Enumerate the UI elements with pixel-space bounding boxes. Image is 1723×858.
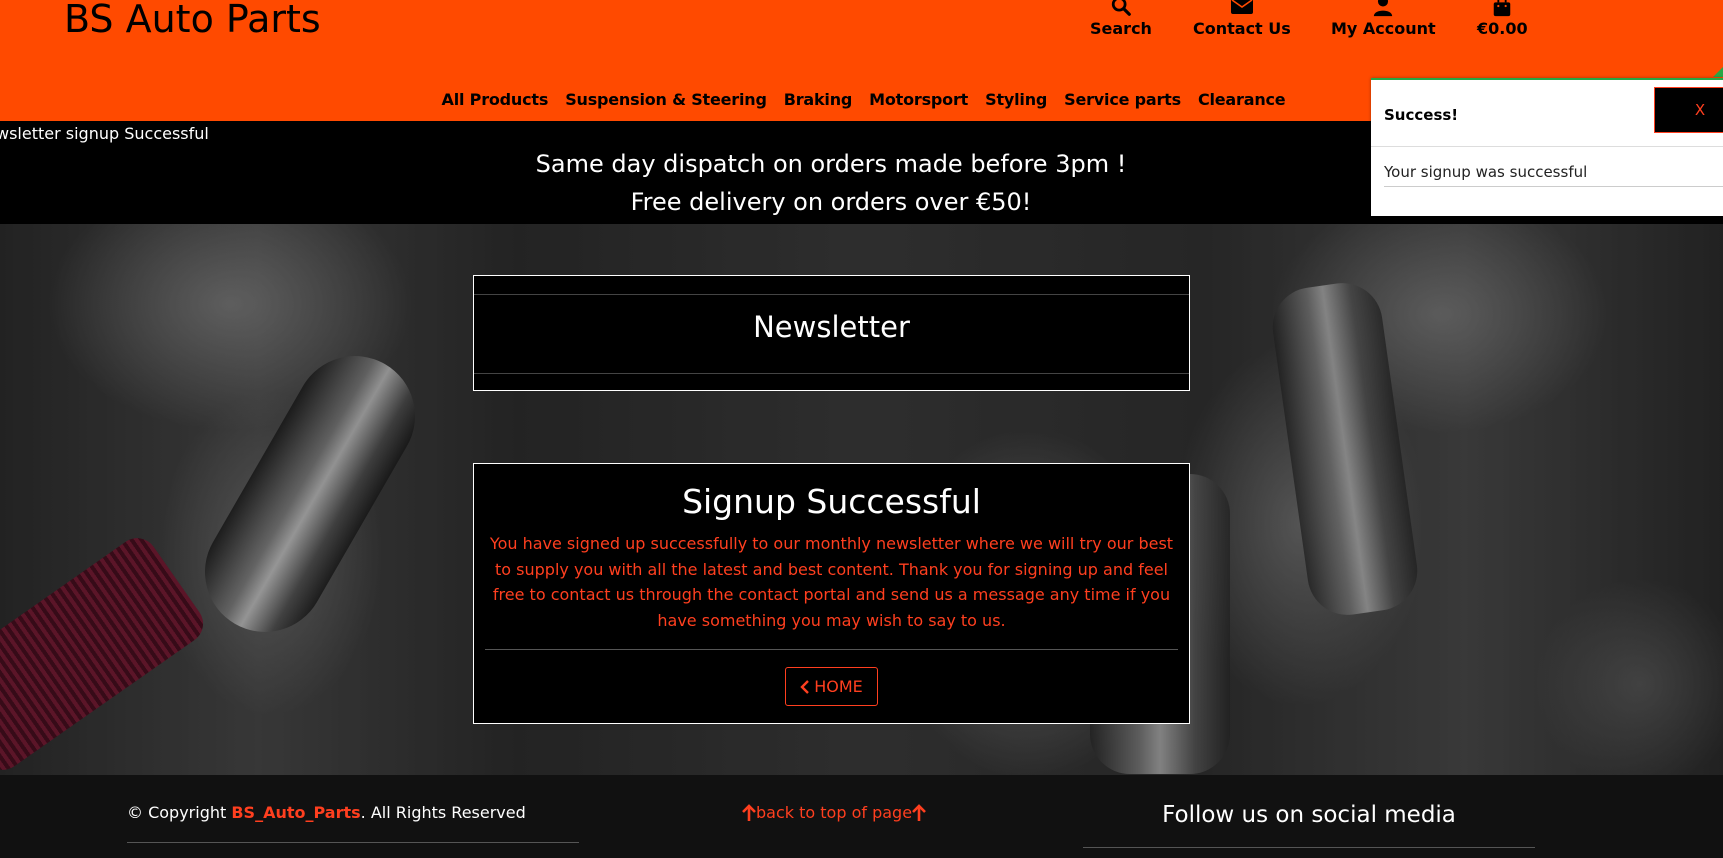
site-logo[interactable]: BS Auto Parts — [64, 0, 321, 41]
nav-motorsport[interactable]: Motorsport — [869, 88, 968, 114]
arrow-up-icon — [742, 804, 756, 821]
copyright-suffix: . All Rights Reserved — [360, 803, 526, 822]
social-media-heading: Follow us on social media — [1162, 802, 1456, 828]
search-icon — [1111, 0, 1131, 16]
my-account-label: My Account — [1331, 19, 1436, 38]
search-link[interactable]: Search — [1090, 0, 1152, 38]
signup-message: You have signed up successfully to our m… — [489, 534, 1174, 630]
toast-close-button[interactable]: X — [1654, 87, 1723, 133]
nav-service-parts[interactable]: Service parts — [1064, 88, 1181, 114]
contact-us-label: Contact Us — [1193, 19, 1291, 38]
arrow-up-icon — [912, 804, 926, 821]
toast-heading: Success! — [1384, 106, 1459, 124]
divider — [474, 373, 1189, 374]
divider — [485, 649, 1178, 650]
shopping-bag-link[interactable]: €0.00 — [1477, 0, 1528, 38]
contact-us-link[interactable]: Contact Us — [1193, 0, 1291, 38]
toast-message: Your signup was successful — [1384, 163, 1588, 181]
divider — [127, 842, 579, 843]
nav-all-products[interactable]: All Products — [442, 88, 549, 114]
newsletter-header-card: Newsletter — [473, 275, 1190, 391]
user-icon — [1374, 0, 1393, 17]
signup-title: Signup Successful — [682, 482, 981, 521]
nav-clearance[interactable]: Clearance — [1198, 88, 1286, 114]
copyright: © Copyright BS_Auto_Parts. All Rights Re… — [127, 802, 526, 824]
copyright-brand-link[interactable]: BS_Auto_Parts — [231, 803, 360, 822]
chevron-left-icon — [800, 679, 810, 694]
toast-arrow — [1713, 67, 1723, 77]
divider — [1384, 186, 1723, 187]
divider — [474, 294, 1189, 295]
copyright-prefix: © Copyright — [127, 803, 232, 822]
back-to-top-label: back to top of page — [756, 803, 913, 822]
bag-total: €0.00 — [1477, 19, 1528, 38]
flash-message: wsletter signup Successful — [0, 124, 209, 143]
envelope-icon — [1230, 0, 1253, 14]
divider — [1371, 146, 1723, 147]
site-footer: © Copyright BS_Auto_Parts. All Rights Re… — [0, 775, 1723, 858]
back-to-top-link[interactable]: back to top of page — [742, 802, 926, 824]
home-button[interactable]: HOME — [785, 667, 878, 706]
signup-success-card: Signup Successful You have signed up suc… — [473, 463, 1190, 724]
nav-styling[interactable]: Styling — [985, 88, 1047, 114]
nav-braking[interactable]: Braking — [784, 88, 853, 114]
divider — [1083, 847, 1535, 848]
page-title: Newsletter — [753, 310, 910, 344]
home-button-label: HOME — [814, 677, 863, 696]
nav-suspension-steering[interactable]: Suspension & Steering — [565, 88, 767, 114]
shopping-bag-icon — [1494, 0, 1511, 17]
my-account-link[interactable]: My Account — [1331, 0, 1436, 38]
search-label: Search — [1090, 19, 1152, 38]
